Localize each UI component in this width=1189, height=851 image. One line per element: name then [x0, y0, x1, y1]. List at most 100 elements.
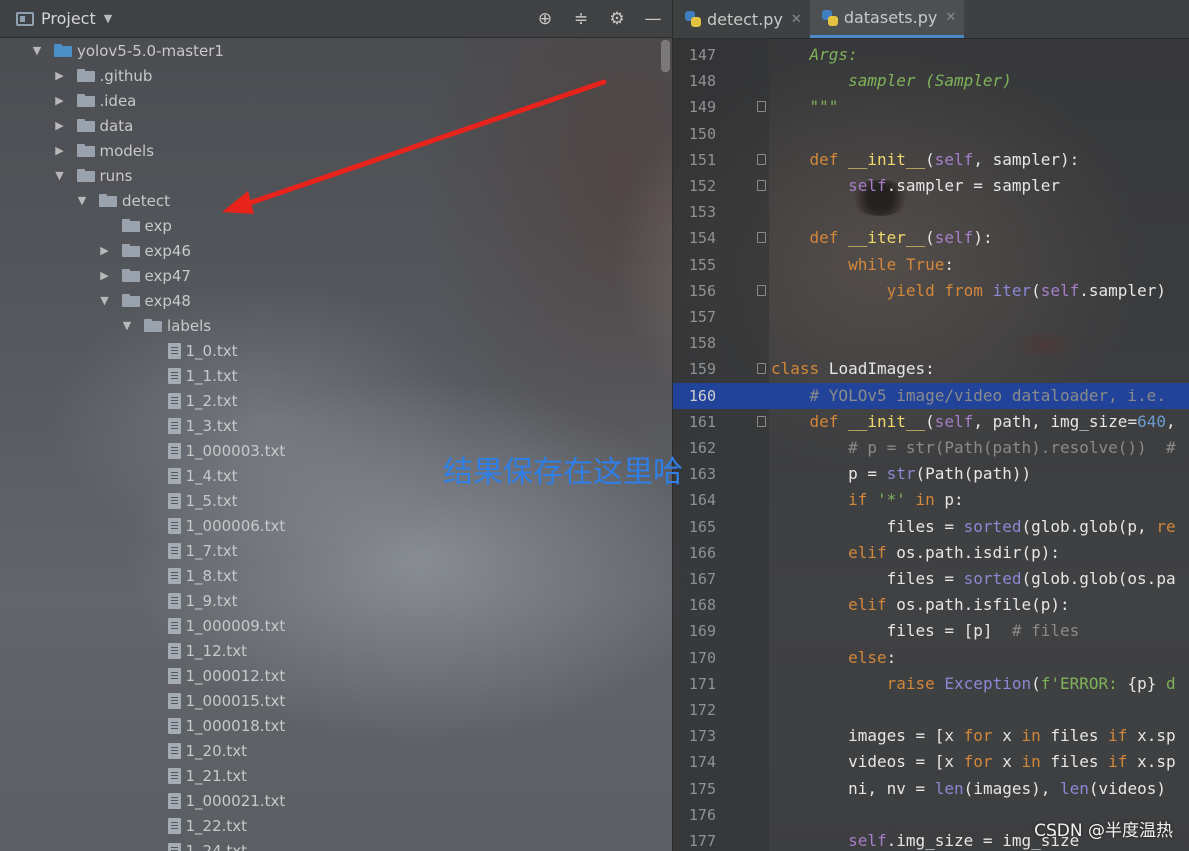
- code-line[interactable]: 151 def __init__(self, sampler):: [673, 147, 1189, 173]
- code-line[interactable]: 155 while True:: [673, 252, 1189, 278]
- collapse-arrow-icon[interactable]: ▶: [53, 144, 67, 157]
- tree-file-item[interactable]: 1_22.txt: [167, 813, 247, 838]
- tree-folder-item[interactable]: ▶ .github: [53, 63, 152, 88]
- editor-tab[interactable]: datasets.py ✕: [809, 0, 965, 38]
- tree-file-item[interactable]: 1_20.txt: [167, 738, 247, 763]
- tree-folder-item[interactable]: ▼ yolov5-5.0-master1: [30, 38, 224, 63]
- tree-folder-item[interactable]: ▶ exp46: [98, 238, 191, 263]
- tree-folder-item[interactable]: ▼ exp48: [98, 288, 191, 313]
- code-line[interactable]: 173 images = [x for x in files if x.sp: [673, 723, 1189, 749]
- tree-item-label: 1_9.txt: [185, 591, 238, 610]
- fold-marker-icon[interactable]: [757, 415, 766, 427]
- tree-file-item[interactable]: 1_21.txt: [167, 763, 247, 788]
- line-number: 174: [688, 753, 716, 772]
- minimize-icon[interactable]: —: [644, 9, 662, 29]
- tree-folder-item[interactable]: ▶ data: [53, 113, 133, 138]
- tree-file-item[interactable]: 1_8.txt: [167, 563, 238, 588]
- fold-marker-icon[interactable]: [757, 180, 766, 191]
- collapse-arrow-icon[interactable]: ▶: [53, 69, 67, 82]
- tree-file-item[interactable]: 1_0.txt: [167, 338, 238, 363]
- code-line[interactable]: 167 files = sorted(glob.glob(os.pa: [673, 566, 1189, 592]
- fold-marker-icon[interactable]: [757, 284, 766, 296]
- code-line[interactable]: 174 videos = [x for x in files if x.sp: [673, 749, 1189, 775]
- code-line[interactable]: 161 def __init__(self, path, img_size=64…: [673, 409, 1189, 435]
- expand-arrow-icon[interactable]: ▼: [98, 294, 112, 307]
- collapse-arrow-icon[interactable]: ▶: [53, 94, 67, 107]
- tree-item-label: exp48: [144, 291, 191, 310]
- close-icon[interactable]: ✕: [945, 10, 956, 25]
- expand-arrow-icon[interactable]: ▼: [120, 319, 134, 332]
- code-line[interactable]: 163 p = str(Path(path)): [673, 461, 1189, 487]
- code-line[interactable]: 170 else:: [673, 645, 1189, 671]
- tree-folder-item[interactable]: exp: [98, 213, 172, 238]
- code-line[interactable]: 159 class LoadImages:: [673, 356, 1189, 382]
- code-line[interactable]: 152 self.sampler = sampler: [673, 173, 1189, 199]
- fold-marker-icon[interactable]: [757, 101, 766, 113]
- tree-folder-item[interactable]: ▶ exp47: [98, 263, 191, 288]
- tree-file-item[interactable]: 1_9.txt: [167, 588, 238, 613]
- code-line[interactable]: 150: [673, 121, 1189, 147]
- tree-file-item[interactable]: 1_000018.txt: [167, 713, 285, 738]
- code-line[interactable]: 168 elif os.path.isfile(p):: [673, 592, 1189, 618]
- collapse-arrow-icon[interactable]: ▶: [53, 119, 67, 132]
- code-line[interactable]: 158: [673, 330, 1189, 356]
- collapse-arrow-icon[interactable]: ▶: [98, 269, 112, 282]
- folder-icon: [76, 169, 95, 182]
- tree-file-item[interactable]: 1_12.txt: [167, 638, 247, 663]
- tree-file-item[interactable]: 1_000006.txt: [167, 513, 285, 538]
- tree-file-item[interactable]: 1_000012.txt: [167, 663, 285, 688]
- line-number: 152: [688, 177, 716, 195]
- tree-folder-item[interactable]: ▶ models: [53, 138, 154, 163]
- tree-folder-item[interactable]: ▼ runs: [53, 163, 132, 188]
- code-line[interactable]: 154 def __iter__(self):: [673, 225, 1189, 251]
- tree-file-item[interactable]: 1_4.txt: [167, 463, 238, 488]
- tree-folder-item[interactable]: ▶ .idea: [53, 88, 136, 113]
- collapse-all-icon[interactable]: ≑: [572, 9, 590, 29]
- tree-file-item[interactable]: 1_7.txt: [167, 538, 238, 563]
- code-line[interactable]: 156 yield from iter(self.sampler): [673, 278, 1189, 304]
- chevron-down-icon[interactable]: ▼: [104, 12, 112, 25]
- collapse-arrow-icon[interactable]: ▶: [98, 244, 112, 257]
- code-line[interactable]: 148 sampler (Sampler): [673, 68, 1189, 94]
- tree-item-label: 1_000003.txt: [185, 441, 286, 460]
- code-line[interactable]: 162 # p = str(Path(path).resolve()) #: [673, 435, 1189, 461]
- code-line[interactable]: 153: [673, 199, 1189, 225]
- project-title[interactable]: Project: [41, 9, 96, 28]
- fold-marker-icon[interactable]: [757, 363, 766, 375]
- code-line[interactable]: 166 elif os.path.isdir(p):: [673, 540, 1189, 566]
- locate-icon[interactable]: ⊕: [536, 9, 554, 29]
- tree-folder-item[interactable]: ▼ detect: [75, 188, 170, 213]
- fold-marker-icon[interactable]: [757, 153, 766, 165]
- code-line[interactable]: 169 files = [p] # files: [673, 618, 1189, 644]
- code-line[interactable]: 165 files = sorted(glob.glob(p, re: [673, 514, 1189, 540]
- code-line[interactable]: 157: [673, 304, 1189, 330]
- code-editor[interactable]: 147 Args: 148 sampler (Sampler) 149 """ 150…: [673, 38, 1189, 851]
- expand-arrow-icon[interactable]: ▼: [75, 194, 89, 207]
- tree-file-item[interactable]: 1_24.txt: [167, 838, 247, 851]
- gear-icon[interactable]: ⚙: [608, 9, 626, 29]
- code-line[interactable]: 175 ni, nv = len(images), len(videos): [673, 776, 1189, 802]
- tree-file-item[interactable]: 1_2.txt: [167, 388, 238, 413]
- close-icon[interactable]: ✕: [791, 12, 802, 27]
- tree-file-item[interactable]: 1_000009.txt: [167, 613, 285, 638]
- tree-file-item[interactable]: 1_3.txt: [167, 413, 238, 438]
- code-line[interactable]: 160 # YOLOv5 image/video dataloader, i.e…: [673, 382, 1189, 409]
- code-line[interactable]: 149 """: [673, 94, 1189, 120]
- code-line[interactable]: 171 raise Exception(f'ERROR: {p} d: [673, 671, 1189, 697]
- tree-folder-item[interactable]: ▼ labels: [120, 313, 211, 338]
- editor-tab[interactable]: detect.py ✕: [673, 0, 810, 38]
- text-file-icon: [167, 742, 181, 759]
- tree-file-item[interactable]: 1_1.txt: [167, 363, 238, 388]
- code-line[interactable]: 164 if '*' in p:: [673, 487, 1189, 513]
- tree-file-item[interactable]: 1_000021.txt: [167, 788, 285, 813]
- code-line[interactable]: 147 Args:: [673, 42, 1189, 68]
- tree-file-item[interactable]: 1_000003.txt: [167, 438, 286, 463]
- expand-arrow-icon[interactable]: ▼: [53, 169, 67, 182]
- code-line[interactable]: 172: [673, 697, 1189, 723]
- tree-file-item[interactable]: 1_5.txt: [167, 488, 238, 513]
- fold-marker-icon[interactable]: [757, 232, 766, 244]
- text-file-icon: [167, 567, 181, 584]
- tree-scrollbar[interactable]: [661, 40, 670, 72]
- tree-file-item[interactable]: 1_000015.txt: [167, 688, 285, 713]
- expand-arrow-icon[interactable]: ▼: [30, 44, 44, 57]
